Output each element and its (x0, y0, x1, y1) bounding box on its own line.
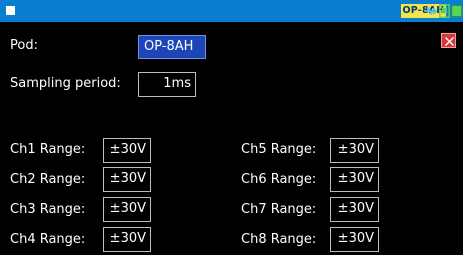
usb-icon (425, 6, 438, 15)
ch2-range-field[interactable]: ±30V (103, 167, 151, 192)
ch8-range-label: Ch8 Range: (241, 232, 317, 247)
battery-icon (451, 5, 463, 17)
ch7-range-field[interactable]: ±30V (330, 197, 379, 222)
ch2-range-label: Ch2 Range: (10, 172, 86, 187)
ch6-range-label: Ch6 Range: (241, 172, 317, 187)
ch5-range-field[interactable]: ±30V (330, 138, 379, 163)
ch1-range-field[interactable]: ±30V (103, 138, 151, 163)
close-icon (445, 37, 454, 46)
window-icon (6, 6, 15, 15)
ch3-range-field[interactable]: ±30V (103, 197, 151, 222)
status-bar: OP-8AH (0, 0, 463, 22)
sd-card-icon (439, 4, 450, 18)
pod-label: Pod: (10, 38, 38, 53)
ch8-range-field[interactable]: ±30V (330, 227, 379, 252)
ch6-range-field[interactable]: ±30V (330, 167, 379, 192)
ch4-range-field[interactable]: ±30V (103, 227, 151, 252)
sampling-period-field[interactable]: 1ms (138, 72, 196, 97)
ch1-range-label: Ch1 Range: (10, 142, 86, 157)
close-button[interactable] (441, 33, 456, 48)
ch3-range-label: Ch3 Range: (10, 202, 86, 217)
pod-select[interactable]: OP-8AH (138, 35, 206, 59)
sampling-period-label: Sampling period: (10, 76, 121, 91)
ch4-range-label: Ch4 Range: (10, 232, 86, 247)
ch5-range-label: Ch5 Range: (241, 142, 317, 157)
ch7-range-label: Ch7 Range: (241, 202, 317, 217)
